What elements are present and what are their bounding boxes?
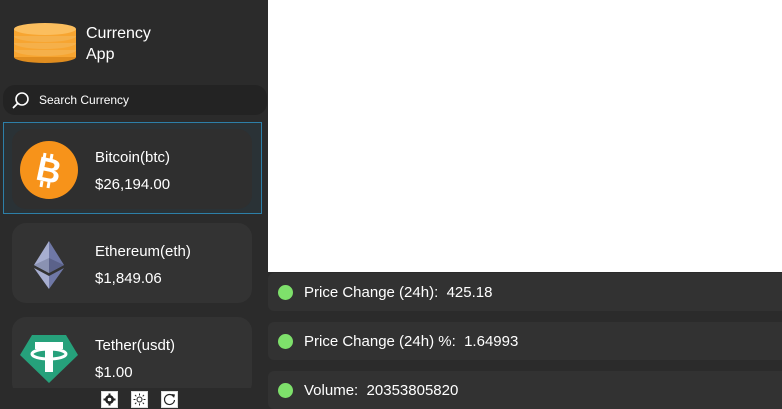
stat-label: Price Change (24h):	[304, 284, 439, 301]
brightness-icon	[133, 393, 146, 406]
ethereum-icon	[34, 241, 64, 289]
status-dot-icon	[278, 285, 293, 300]
search-bar[interactable]	[3, 85, 267, 115]
stat-row-volume: Volume: 20353805820	[268, 371, 782, 409]
coin-item-tether[interactable]: Tether(usdt) $1.00	[12, 317, 252, 388]
refresh-button[interactable]	[161, 391, 178, 408]
bottom-toolbar	[0, 388, 268, 409]
app-title-line1: Currency	[86, 25, 151, 42]
coin-item-ethereum[interactable]: Ethereum(eth) $1,849.06	[12, 223, 252, 303]
coin-item-bitcoin[interactable]: B Bitcoin(btc) $26,194.00	[12, 129, 252, 209]
bitcoin-icon: B	[20, 141, 78, 199]
coin-list: B Bitcoin(btc) $26,194.00 Ethereum(eth) …	[0, 120, 268, 388]
stat-value: 425.18	[446, 284, 493, 301]
app-title-line2: App	[86, 46, 115, 63]
stat-text: Volume: 20353805820	[304, 382, 458, 399]
stat-label: Price Change (24h) %:	[304, 333, 456, 350]
app-title: Currency App	[86, 23, 206, 65]
settings-icon	[103, 393, 116, 406]
stat-label: Volume:	[304, 382, 359, 399]
coin-stack-icon	[14, 23, 76, 63]
settings-button[interactable]	[101, 391, 118, 408]
coin-price: $26,194.00	[95, 176, 171, 193]
coin-price: $1,849.06	[95, 270, 162, 287]
brightness-button[interactable]	[131, 391, 148, 408]
status-dot-icon	[278, 334, 293, 349]
chart-area	[268, 0, 782, 272]
search-input[interactable]	[39, 91, 249, 109]
stats-panel: Price Change (24h): 425.18 Price Change …	[268, 272, 782, 409]
coin-price: $1.00	[95, 364, 133, 381]
tether-icon	[20, 335, 78, 383]
coin-name: Ethereum(eth)	[95, 243, 191, 260]
coin-name: Bitcoin(btc)	[95, 149, 171, 166]
coin-name: Tether(usdt)	[95, 337, 176, 354]
status-dot-icon	[278, 383, 293, 398]
sidebar: Currency App B Bitcoin(btc) $26,194.00	[0, 0, 268, 409]
stat-row-price-change: Price Change (24h): 425.18	[268, 273, 782, 311]
stat-value: 1.64993	[464, 333, 519, 350]
stat-row-price-change-percent: Price Change (24h) %: 1.64993	[268, 322, 782, 360]
stat-value: 20353805820	[366, 382, 459, 399]
search-icon	[12, 92, 29, 109]
refresh-icon	[163, 394, 176, 406]
stat-text: Price Change (24h) %: 1.64993	[304, 333, 518, 350]
stat-text: Price Change (24h): 425.18	[304, 284, 492, 301]
